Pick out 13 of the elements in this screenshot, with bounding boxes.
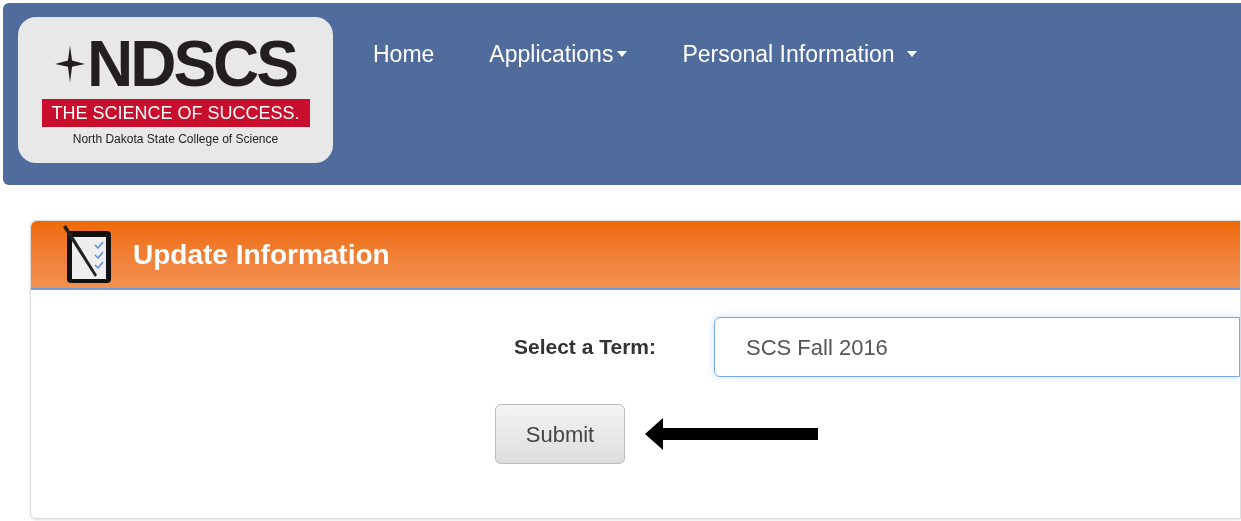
caret-icon <box>617 51 628 58</box>
term-label: Select a Term: <box>513 334 656 361</box>
panel-title: Update Information <box>133 237 390 272</box>
arrow-icon <box>645 417 818 451</box>
nav-link[interactable]: Home <box>373 37 435 72</box>
logo-subtitle: North Dakota State College of Science <box>72 130 279 148</box>
nav-link[interactable]: Personal Information <box>682 37 917 72</box>
caret-icon <box>906 51 917 58</box>
submit-button[interactable]: Submit <box>495 404 625 464</box>
logo-tagline: THE SCIENCE OF SUCCESS. <box>41 98 310 127</box>
logo-wordmark: NDSCS <box>87 32 296 95</box>
nav-link[interactable]: Applications <box>489 37 628 72</box>
term-select[interactable]: SCS Fall 2016 <box>714 317 1240 377</box>
